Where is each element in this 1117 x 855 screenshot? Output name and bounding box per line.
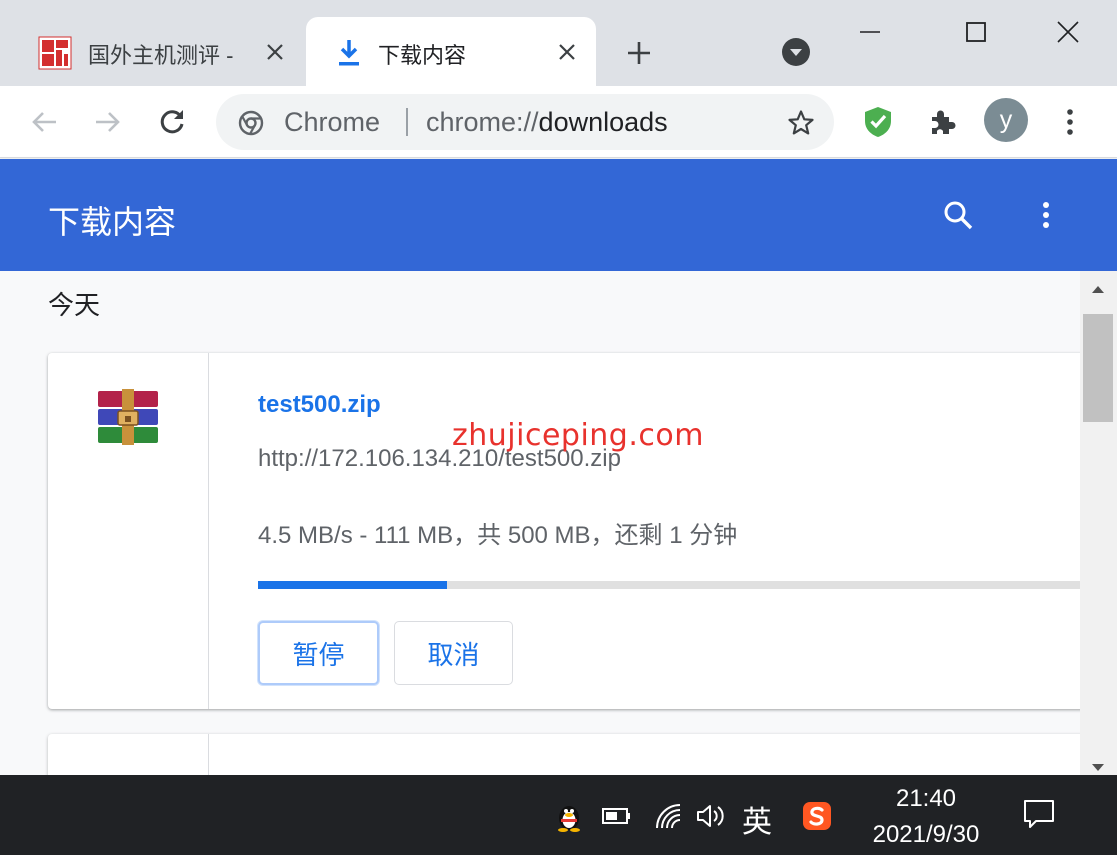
site-watermark: zhujiceping.com xyxy=(452,418,704,453)
close-tab-icon[interactable] xyxy=(262,39,288,65)
close-window-button[interactable] xyxy=(1048,12,1088,52)
omnibox-url[interactable]: chrome://downloads xyxy=(426,107,668,138)
back-button[interactable] xyxy=(24,102,64,142)
notification-center-icon[interactable] xyxy=(1022,797,1056,831)
url-scheme: chrome:// xyxy=(426,107,539,137)
omnibox-divider xyxy=(406,108,408,136)
speaker-volume-icon[interactable] xyxy=(694,799,728,833)
scroll-down-arrow-icon[interactable] xyxy=(1088,761,1108,773)
downloads-menu-button[interactable] xyxy=(1026,195,1066,235)
browser-menu-button[interactable] xyxy=(1050,102,1090,142)
tab-downloads[interactable]: 下载内容 xyxy=(306,17,596,86)
tab-title: 下载内容 xyxy=(378,43,467,68)
forward-button[interactable] xyxy=(88,102,128,142)
download-item-card xyxy=(48,734,1080,775)
profile-avatar[interactable]: y xyxy=(984,98,1028,142)
adguard-extension-button[interactable] xyxy=(858,102,898,142)
reload-button[interactable] xyxy=(152,102,192,142)
battery-icon[interactable] xyxy=(600,799,634,833)
scrollbar-thumb[interactable] xyxy=(1083,314,1113,422)
search-downloads-button[interactable] xyxy=(938,195,978,235)
browser-toolbar: Chrome chrome://downloads y xyxy=(0,86,1117,158)
file-icon-column xyxy=(48,734,209,775)
bookmark-star-button[interactable] xyxy=(786,108,816,138)
shield-check-icon xyxy=(865,107,891,137)
star-icon xyxy=(788,110,814,135)
chevron-down-circle-icon xyxy=(782,38,810,66)
close-tab-icon[interactable] xyxy=(554,39,580,65)
tab-zhujiceping[interactable]: 国外主机测评 - xyxy=(26,17,304,86)
maximize-icon xyxy=(966,22,986,42)
wifi-icon[interactable] xyxy=(652,799,686,833)
tab-title: 国外主机测评 - xyxy=(88,43,234,68)
kebab-menu-icon xyxy=(1043,202,1049,228)
date-section-label: 今天 xyxy=(48,290,101,320)
taskbar-clock-time[interactable]: 21:40 xyxy=(866,785,986,813)
download-progress-bar xyxy=(258,581,1080,589)
windows-taskbar: 英 21:40 2021/9/30 xyxy=(0,775,1117,855)
download-icon xyxy=(334,36,368,70)
extensions-button[interactable] xyxy=(922,102,962,142)
download-status-text: 4.5 MB/s - 111 MB，共 500 MB，还剩 1 分钟 xyxy=(258,522,738,549)
downloads-list: 今天 test500.zip http://172.106.134.210/te… xyxy=(0,271,1080,775)
tab-strip: 国外主机测评 - 下载内容 xyxy=(0,0,1117,86)
file-icon-column xyxy=(48,353,209,709)
arrow-right-icon xyxy=(96,112,120,132)
qq-penguin-icon[interactable] xyxy=(552,799,586,833)
minimize-button[interactable] xyxy=(850,12,890,52)
scroll-up-arrow-icon[interactable] xyxy=(1088,279,1108,299)
winrar-archive-icon xyxy=(96,389,160,445)
omnibox-chip: Chrome xyxy=(284,107,381,137)
plus-icon xyxy=(628,42,650,64)
taskbar-clock-date[interactable]: 2021/9/30 xyxy=(856,821,996,849)
address-bar[interactable]: Chrome chrome://downloads xyxy=(216,94,834,150)
puzzle-icon xyxy=(932,110,956,134)
kebab-menu-icon xyxy=(1067,109,1073,135)
downloads-header: 下载内容 xyxy=(0,159,1117,271)
search-icon xyxy=(944,201,973,230)
page-scrollbar[interactable] xyxy=(1080,271,1117,775)
download-progress-fill xyxy=(258,581,447,589)
close-icon xyxy=(1057,21,1079,43)
pause-button[interactable]: 暂停 xyxy=(258,621,379,685)
site-favicon-icon xyxy=(38,36,72,70)
page-title: 下载内容 xyxy=(48,204,177,240)
minimize-icon xyxy=(860,31,880,33)
url-host: downloads xyxy=(538,107,668,137)
cancel-button[interactable]: 取消 xyxy=(394,621,513,685)
new-tab-button[interactable] xyxy=(620,34,658,72)
download-item-card: test500.zip http://172.106.134.210/test5… xyxy=(48,353,1080,709)
tab-search-button[interactable] xyxy=(778,34,814,70)
reload-icon xyxy=(160,110,184,134)
chrome-icon xyxy=(238,110,264,136)
maximize-button[interactable] xyxy=(956,12,996,52)
input-method-indicator[interactable]: 英 xyxy=(742,797,772,841)
sogou-input-icon[interactable] xyxy=(800,799,834,833)
arrow-left-icon xyxy=(32,112,56,132)
file-name-link[interactable]: test500.zip xyxy=(258,391,381,419)
